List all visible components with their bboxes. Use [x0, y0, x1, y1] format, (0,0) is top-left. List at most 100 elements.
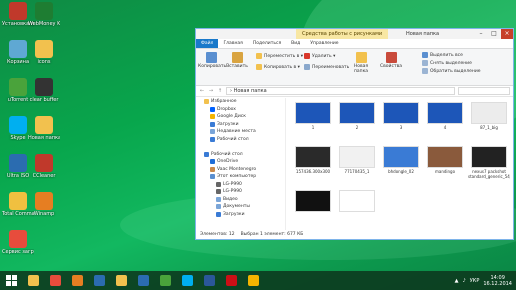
nav-item[interactable]: Рабочий стол — [196, 136, 285, 144]
desktop-icon[interactable]: Новая папка — [28, 116, 60, 141]
desktop-app-icon — [9, 192, 27, 210]
taskbar-app-firefox[interactable] — [67, 272, 87, 289]
file-thumbnail — [295, 190, 331, 212]
file-thumbnail — [339, 146, 375, 168]
taskbar-app-word[interactable] — [199, 272, 219, 289]
firefox-icon — [71, 275, 83, 286]
nav-item-label: Этот компьютер — [217, 174, 257, 180]
desktop-icon[interactable]: WebMoney Keeper W... — [28, 2, 60, 27]
new-folder-button[interactable]: Новая папка — [348, 52, 374, 74]
nav-item[interactable]: Загрузки — [196, 211, 285, 219]
copy-button[interactable]: Копировать — [198, 52, 226, 69]
language-indicator[interactable]: УКР — [470, 278, 480, 284]
file-item[interactable]: 3 — [380, 102, 422, 130]
up-icon[interactable]: ↑ — [217, 88, 223, 94]
nav-item[interactable]: Google Диск — [196, 113, 285, 121]
properties-label: Свойства — [380, 64, 402, 69]
file-item[interactable]: 87_1_big — [468, 102, 510, 130]
delete-button[interactable]: Удалить ▾ — [304, 53, 335, 59]
properties-icon — [385, 52, 397, 63]
clock[interactable]: 14:09 16.12.2014 — [483, 275, 512, 287]
maximize-icon[interactable]: □ — [488, 29, 500, 39]
invert-selection-button[interactable]: Обратить выделение — [422, 68, 481, 74]
file-item[interactable] — [292, 190, 334, 213]
taskbar-app-utorrent[interactable] — [155, 272, 175, 289]
tab-0[interactable]: Файл — [196, 39, 219, 48]
photo-icon — [137, 275, 149, 286]
nav-item-label: Недавние места — [217, 129, 256, 135]
title-bar[interactable]: Средства работы с рисунками Новая папка … — [196, 29, 513, 39]
file-item[interactable]: mandingo — [424, 146, 466, 174]
tab-2[interactable]: Поделиться — [248, 39, 286, 48]
properties-button[interactable]: Свойства — [378, 52, 404, 69]
desktop-icon[interactable]: clear buffer — [28, 78, 60, 103]
network-icon[interactable]: ▲ — [455, 278, 459, 284]
nav-item[interactable]: Этот компьютер — [196, 173, 285, 181]
file-item[interactable]: 4 — [424, 102, 466, 130]
nav-item[interactable]: Недавние места — [196, 128, 285, 136]
file-item[interactable]: 2 — [336, 102, 378, 130]
nav-item[interactable]: LG-P990 — [196, 181, 285, 189]
volume-icon[interactable]: ♪ — [463, 278, 466, 284]
select-all-button[interactable]: Выделить все — [422, 52, 463, 58]
nav-item[interactable]: Рабочий стол — [196, 151, 285, 159]
file-name: bhdongle_02 — [388, 169, 414, 174]
taskbar-app-photo[interactable] — [133, 272, 153, 289]
taskbar-app-chrome[interactable] — [45, 272, 65, 289]
select-none-button[interactable]: Снять выделение — [422, 60, 472, 66]
taskbar-app-media[interactable] — [89, 272, 109, 289]
nav-item[interactable]: LG-P990 — [196, 188, 285, 196]
taskbar-app-chrome-2[interactable] — [243, 272, 263, 289]
desktop-icon[interactable]: Winamp — [28, 192, 60, 217]
nav-item[interactable]: Загрузки — [196, 121, 285, 129]
file-item[interactable] — [336, 190, 378, 213]
file-item[interactable]: bhdongle_02 — [380, 146, 422, 174]
file-name: 77170435_1 — [344, 169, 370, 174]
delete-icon — [304, 53, 310, 59]
minimize-icon[interactable]: – — [475, 29, 487, 39]
back-icon[interactable]: ← — [199, 88, 205, 94]
desktop-icon-label: CCleaner — [32, 173, 56, 179]
nav-item[interactable]: Избранное — [196, 98, 285, 106]
nav-item[interactable]: Видео — [196, 196, 285, 204]
opera-icon — [225, 275, 237, 286]
taskbar-app-opera[interactable] — [221, 272, 241, 289]
close-icon[interactable]: × — [501, 29, 513, 39]
desktop-app-icon — [9, 230, 27, 248]
file-item[interactable]: 157436.300x300 — [292, 146, 334, 174]
paste-button[interactable]: Вставить — [224, 52, 250, 69]
move-to-button[interactable]: Переместить в ▾ — [256, 53, 303, 59]
file-thumbnail — [383, 146, 419, 168]
file-item[interactable]: 1 — [292, 102, 334, 130]
taskbar-app-skype[interactable] — [177, 272, 197, 289]
desktop-icon[interactable]: CCleaner — [28, 154, 60, 179]
nav-item-icon — [204, 99, 209, 105]
tab-4[interactable]: Управление — [305, 39, 343, 48]
nav-item-icon — [210, 159, 215, 165]
copy-icon — [205, 52, 217, 63]
explorer-window[interactable]: Средства работы с рисунками Новая папка … — [195, 28, 514, 240]
tab-3[interactable]: Вид — [286, 39, 305, 48]
nav-item[interactable]: Документы — [196, 203, 285, 211]
nav-item[interactable]: Dropbox — [196, 106, 285, 114]
address-input[interactable]: › Новая папка — [226, 87, 455, 95]
start-button[interactable] — [1, 272, 21, 289]
ribbon: Копировать Вставить Переместить в ▾ Копи… — [196, 48, 513, 86]
rename-button[interactable]: Переименовать — [304, 64, 349, 70]
taskbar-apps — [22, 272, 264, 289]
desktop-icon[interactable]: icons — [28, 40, 60, 65]
file-name: 1 — [311, 125, 315, 130]
file-item[interactable]: 77170435_1 — [336, 146, 378, 174]
copy-to-button[interactable]: Копировать в ▾ — [256, 64, 300, 70]
forward-icon[interactable]: → — [208, 88, 214, 94]
file-item[interactable]: nexus7 packshot standard_generic_54_1400… — [468, 146, 510, 179]
search-input[interactable] — [458, 87, 510, 95]
nav-item-label: Google Диск — [217, 114, 246, 120]
nav-item[interactable]: Vaac Montenegro — [196, 166, 285, 174]
tab-1[interactable]: Главная — [218, 39, 247, 48]
file-thumbnail — [339, 190, 375, 212]
taskbar-app-explorer[interactable] — [111, 272, 131, 289]
nav-item[interactable]: OneDrive — [196, 158, 285, 166]
taskbar-app-file-explorer[interactable] — [23, 272, 43, 289]
desktop-icon[interactable]: Сервис загрузки — [2, 230, 34, 255]
